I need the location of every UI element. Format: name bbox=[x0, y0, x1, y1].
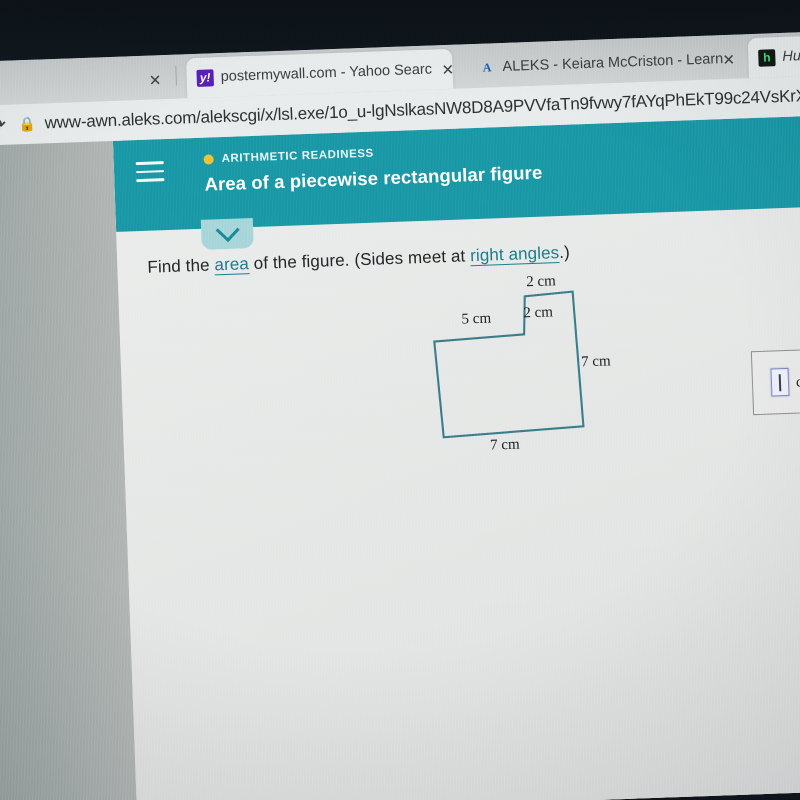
browser-tab-ggienet[interactable]: ggieNet bbox=[0, 61, 107, 107]
browser-tab-label: postermywall.com - Yahoo Searc bbox=[220, 61, 433, 86]
dimension-label-bottom: 7 cm bbox=[489, 436, 520, 454]
hulu-icon: h bbox=[758, 48, 776, 67]
browser-tab-close-postermywall[interactable]: ✕ bbox=[441, 61, 454, 79]
hamburger-icon[interactable] bbox=[135, 161, 165, 187]
dimension-label-upper-left: 5 cm bbox=[461, 310, 492, 328]
chevron-down-icon bbox=[215, 217, 240, 242]
dimension-label-inner-vertical: 2 cm bbox=[523, 304, 554, 322]
aleks-page: ARITHMETIC READINESS Area of a piecewise… bbox=[112, 114, 800, 800]
answer-input[interactable] bbox=[770, 367, 790, 397]
yahoo-icon: y! bbox=[196, 68, 215, 87]
browser-tab-hulu[interactable]: h Hulu | H bbox=[747, 33, 800, 79]
text-caret bbox=[778, 373, 782, 391]
dimension-label-right: 7 cm bbox=[580, 353, 611, 371]
question-text-part1: Find the bbox=[147, 255, 215, 277]
reload-icon[interactable]: ⟳ bbox=[0, 112, 13, 138]
piecewise-rectangular-figure: 2 cm 2 cm 5 cm 7 cm 7 cm bbox=[414, 272, 651, 470]
figure-outline bbox=[433, 290, 585, 439]
browser-tab-close-ggienet[interactable]: ✕ bbox=[148, 71, 161, 89]
figure-polygon bbox=[433, 290, 585, 439]
lock-icon: 🔒 bbox=[17, 115, 36, 132]
answer-unit-text: cm bbox=[795, 374, 800, 391]
answer-unit-label: cm2 bbox=[796, 371, 800, 392]
topic-eyebrow: ARITHMETIC READINESS bbox=[203, 148, 374, 166]
browser-tab-label: Hulu | H bbox=[782, 47, 800, 65]
tab-divider bbox=[175, 65, 177, 86]
question-text-part2: of the figure. (Sides meet at bbox=[248, 246, 471, 274]
screen-content: ggieNet ✕ y! postermywall.com - Yahoo Se… bbox=[0, 30, 800, 800]
browser-tab-label: ALEKS - Keiara McCriston - Learn bbox=[502, 51, 724, 75]
right-angles-link[interactable]: right angles bbox=[469, 243, 560, 267]
topic-eyebrow-label: ARITHMETIC READINESS bbox=[221, 147, 374, 166]
expand-toggle-button[interactable] bbox=[200, 217, 254, 250]
topic-dot-icon bbox=[203, 154, 214, 165]
browser-viewport: ARITHMETIC READINESS Area of a piecewise… bbox=[0, 114, 800, 800]
answer-box[interactable]: cm2 bbox=[750, 344, 800, 416]
aleks-icon: A bbox=[482, 60, 492, 75]
area-link[interactable]: area bbox=[214, 254, 250, 276]
question-text-part3: .) bbox=[558, 242, 571, 263]
dimension-label-top: 2 cm bbox=[525, 273, 557, 291]
photographed-screen: ggieNet ✕ y! postermywall.com - Yahoo Se… bbox=[0, 0, 800, 800]
page-title: Area of a piecewise rectangular figure bbox=[204, 161, 543, 195]
browser-tab-close-aleks[interactable]: ✕ bbox=[722, 51, 735, 69]
